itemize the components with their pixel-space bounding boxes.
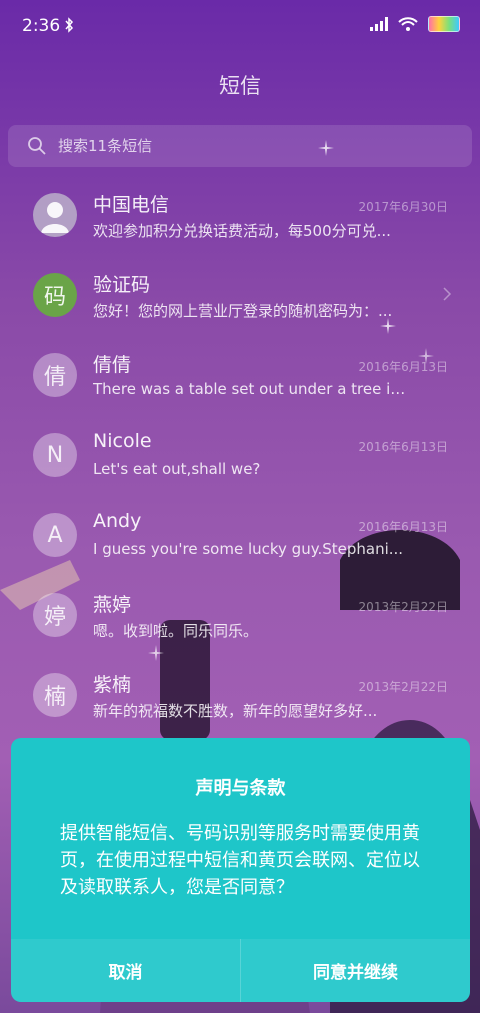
cancel-button[interactable]: 取消 [11, 939, 240, 1002]
message-preview: 嗯。收到啦。同乐同乐。 [93, 622, 259, 640]
wifi-icon [398, 17, 418, 31]
sparkle-icon [148, 645, 164, 661]
message-preview: There was a table set out under a tree i… [93, 380, 411, 398]
sparkle-icon [418, 348, 434, 364]
sparkle-icon [318, 140, 334, 156]
conversation-row[interactable]: 倩 倩倩 2016年6月13日 There was a table set ou… [0, 336, 480, 416]
message-date: 2013年2月22日 [358, 600, 448, 614]
default-contact-icon [41, 202, 69, 233]
conversation-row[interactable]: 婷 燕婷 2013年2月22日 嗯。收到啦。同乐同乐。 [0, 576, 480, 656]
contact-name: 倩倩 [93, 354, 132, 376]
avatar: 婷 [33, 593, 77, 637]
message-date: 2016年6月13日 [358, 520, 448, 534]
bluetooth-icon [65, 17, 74, 33]
status-bar: 2:36 [0, 0, 480, 54]
message-date: 2013年2月22日 [358, 680, 448, 694]
message-date: 2017年6月30日 [358, 200, 448, 214]
conversation-row[interactable]: 楠 紫楠 2013年2月22日 新年的祝福数不胜数，新年的愿望好多好... [0, 656, 480, 736]
status-time: 2:36 [22, 16, 61, 36]
conversation-row[interactable]: N Nicole 2016年6月13日 Let's eat out,shall … [0, 416, 480, 496]
conversation-row[interactable]: 码 验证码 您好！您的网上营业厅登录的随机密码为：... [0, 256, 480, 336]
contact-name: 紫楠 [93, 674, 132, 696]
signal-icon [370, 17, 388, 31]
avatar: N [33, 433, 77, 477]
dialog-buttons: 取消 同意并继续 [11, 939, 470, 1002]
avatar [33, 193, 77, 237]
message-date: 2016年6月13日 [358, 360, 448, 374]
message-preview: I guess you're some lucky guy.Stephani..… [93, 540, 404, 558]
sparkle-icon [380, 318, 396, 334]
avatar: 倩 [33, 353, 77, 397]
message-preview: 您好！您的网上营业厅登录的随机密码为：... [93, 302, 393, 320]
search-input[interactable] [56, 136, 440, 156]
message-preview: 新年的祝福数不胜数，新年的愿望好多好... [93, 702, 378, 720]
battery-icon [428, 16, 460, 32]
search-icon [28, 137, 46, 155]
dialog-body: 提供智能短信、号码识别等服务时需要使用黄页，在使用过程中短信和黄页会联网、定位以… [60, 823, 420, 898]
contact-name: Nicole [93, 430, 152, 452]
dialog-title: 声明与条款 [195, 778, 286, 799]
terms-dialog: 声明与条款 提供智能短信、号码识别等服务时需要使用黄页，在使用过程中短信和黄页会… [11, 738, 470, 1002]
conversation-row[interactable]: A Andy 2016年6月13日 I guess you're some lu… [0, 496, 480, 576]
avatar: 楠 [33, 673, 77, 717]
chevron-right-icon [443, 287, 452, 301]
contact-name: Andy [93, 510, 142, 532]
search-bar[interactable] [8, 125, 472, 167]
contact-name: 燕婷 [93, 594, 132, 616]
avatar: A [33, 513, 77, 557]
contact-name: 验证码 [93, 274, 151, 296]
agree-continue-button[interactable]: 同意并继续 [240, 939, 470, 1002]
conversation-row[interactable]: 中国电信 2017年6月30日 欢迎参加积分兑换话费活动，每500分可兑... [0, 176, 480, 256]
avatar: 码 [33, 273, 77, 317]
conversation-list: 中国电信 2017年6月30日 欢迎参加积分兑换话费活动，每500分可兑... … [0, 176, 480, 736]
message-preview: Let's eat out,shall we? [93, 460, 261, 478]
contact-name: 中国电信 [93, 194, 170, 216]
status-icons [370, 16, 460, 32]
message-date: 2016年6月13日 [358, 440, 448, 454]
page-title: 短信 [219, 74, 261, 98]
message-preview: 欢迎参加积分兑换话费活动，每500分可兑... [93, 222, 391, 240]
